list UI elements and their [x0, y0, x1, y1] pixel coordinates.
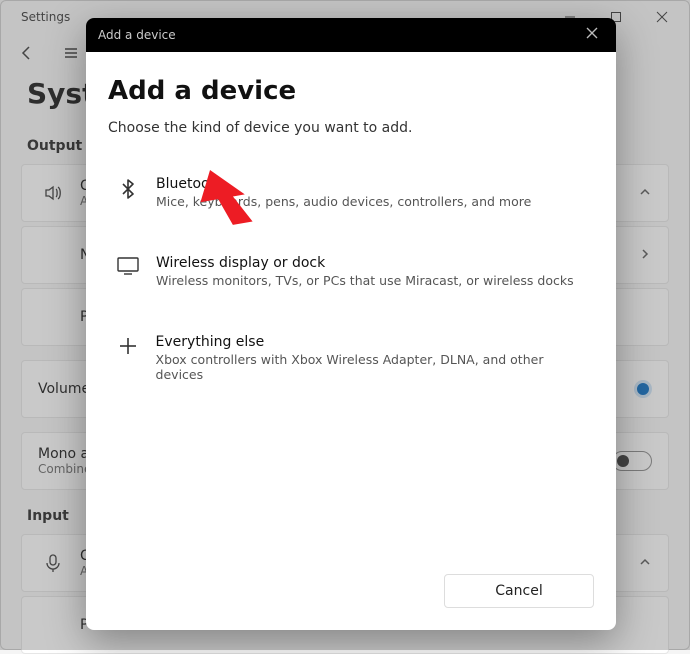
cancel-button[interactable]: Cancel: [444, 574, 594, 608]
close-icon[interactable]: [580, 27, 604, 43]
option-desc: Wireless monitors, TVs, or PCs that use …: [156, 273, 574, 288]
option-wireless-display[interactable]: Wireless display or dock Wireless monito…: [108, 243, 594, 300]
bluetooth-icon: [114, 176, 142, 200]
option-title: Everything else: [156, 334, 588, 350]
modal-titlebar-text: Add a device: [98, 28, 176, 42]
option-title: Bluetooth: [156, 176, 531, 192]
option-desc: Xbox controllers with Xbox Wireless Adap…: [156, 352, 588, 382]
option-bluetooth[interactable]: Bluetooth Mice, keyboards, pens, audio d…: [108, 164, 594, 221]
modal-heading: Add a device: [108, 76, 594, 106]
monitor-icon: [114, 255, 142, 275]
modal-titlebar: Add a device: [86, 18, 616, 52]
option-everything-else[interactable]: Everything else Xbox controllers with Xb…: [108, 322, 594, 394]
plus-icon: [114, 334, 142, 356]
add-device-modal: Add a device Add a device Choose the kin…: [86, 18, 616, 630]
option-title: Wireless display or dock: [156, 255, 574, 271]
modal-subheading: Choose the kind of device you want to ad…: [108, 120, 594, 136]
option-desc: Mice, keyboards, pens, audio devices, co…: [156, 194, 531, 209]
